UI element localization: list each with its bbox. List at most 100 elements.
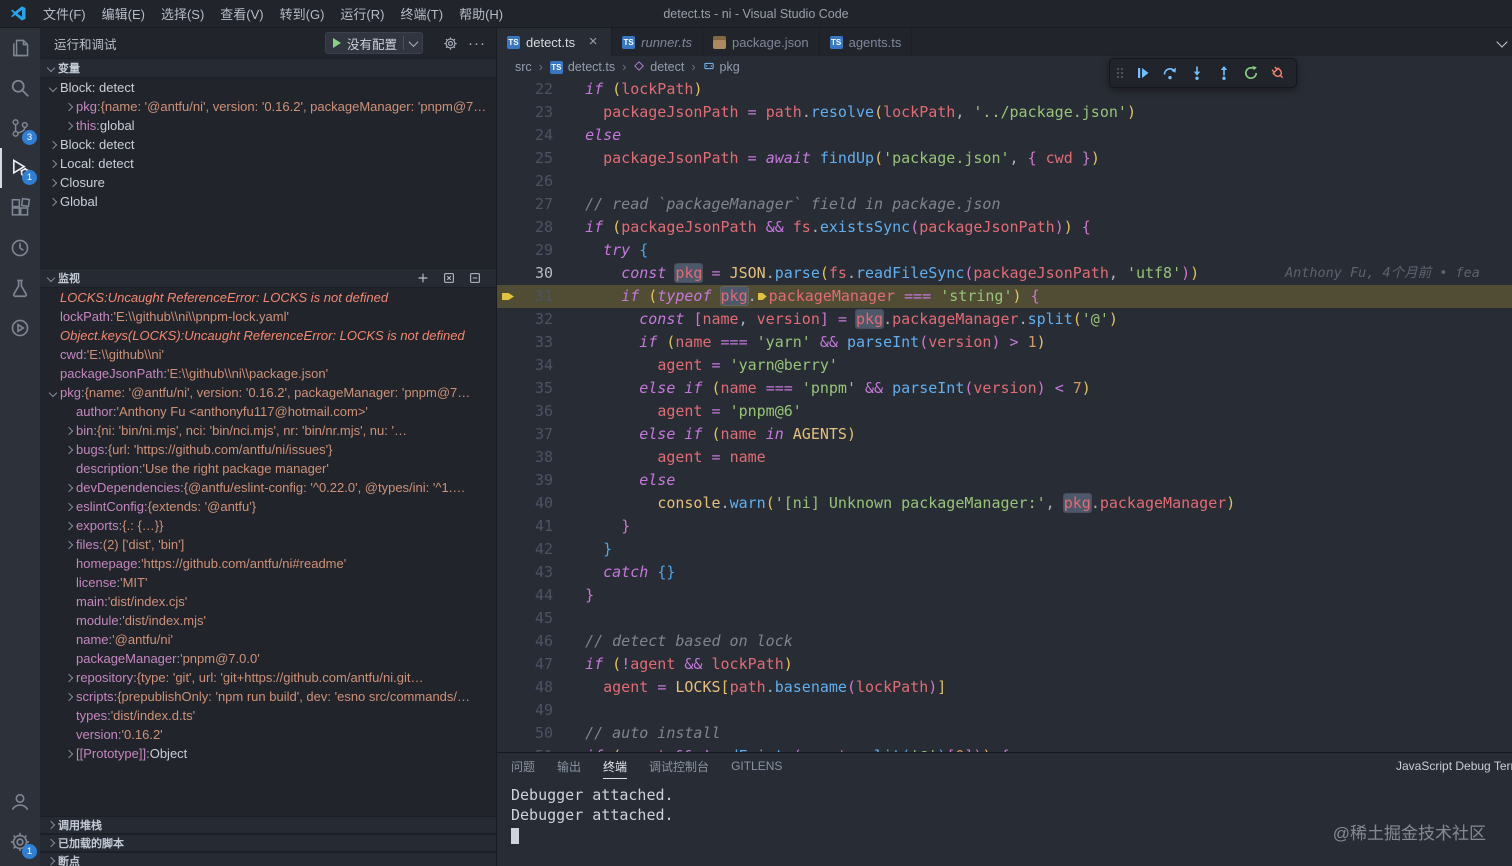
breakpoint-gutter[interactable] — [497, 354, 519, 377]
variables-section-header[interactable]: 变量 — [40, 58, 496, 78]
breakpoint-gutter[interactable] — [497, 538, 519, 561]
menu-item[interactable]: 编辑(E) — [94, 0, 153, 27]
panel-tab-终端[interactable]: 终端 — [603, 753, 627, 779]
code-editor[interactable]: 22 if (lockPath) 23 packageJsonPath = pat… — [497, 78, 1512, 752]
disconnect-button[interactable] — [1268, 63, 1288, 83]
breakpoint-gutter[interactable] — [497, 308, 519, 331]
breakpoint-gutter[interactable] — [497, 377, 519, 400]
breakpoint-gutter[interactable] — [497, 492, 519, 515]
watch-item[interactable]: packageJsonPath: 'E:\\github\\ni\\packag… — [40, 364, 496, 383]
menu-item[interactable]: 终端(T) — [392, 0, 451, 27]
breakpoint-gutter[interactable] — [497, 239, 519, 262]
menu-item[interactable]: 选择(S) — [153, 0, 212, 27]
tab-runner.ts[interactable]: TS runner.ts — [612, 28, 703, 56]
search-icon[interactable] — [0, 68, 40, 108]
panel-tab-调试控制台[interactable]: 调试控制台 — [649, 753, 709, 779]
tab-overflow-chevron-icon[interactable] — [1496, 36, 1508, 48]
continue-button[interactable] — [1133, 63, 1153, 83]
test-icon[interactable] — [0, 268, 40, 308]
source-control-icon[interactable]: 3 — [0, 108, 40, 148]
breakpoint-gutter[interactable] — [497, 469, 519, 492]
watch-item[interactable]: files: (2) ['dist', 'bin'] — [40, 535, 496, 554]
more-actions-icon[interactable]: ··· — [468, 35, 486, 52]
variable-item[interactable]: Global — [40, 192, 496, 211]
menu-item[interactable]: 文件(F) — [35, 0, 94, 27]
breakpoint-gutter[interactable] — [497, 745, 519, 752]
step-into-button[interactable] — [1187, 63, 1207, 83]
settings-icon[interactable]: 1 — [0, 822, 40, 862]
breakpoint-gutter[interactable] — [497, 676, 519, 699]
watch-item[interactable]: lockPath: 'E:\\github\\ni\\pnpm-lock.yam… — [40, 307, 496, 326]
watch-item[interactable]: bugs: {url: 'https://github.com/antfu/ni… — [40, 440, 496, 459]
debug-current-line-arrow-icon[interactable] — [497, 285, 519, 308]
restart-button[interactable] — [1241, 63, 1261, 83]
menu-item[interactable]: 帮助(H) — [451, 0, 511, 27]
watch-item[interactable]: license: 'MIT' — [40, 573, 496, 592]
variable-item[interactable]: Block: detect — [40, 135, 496, 154]
breakpoint-gutter[interactable] — [497, 607, 519, 630]
breakpoint-gutter[interactable] — [497, 561, 519, 584]
watch-item[interactable]: pkg: {name: '@antfu/ni', version: '0.16.… — [40, 383, 496, 402]
section-header-调用堆栈[interactable]: 调用堆栈 — [40, 816, 496, 834]
watch-item[interactable]: cwd: 'E:\\github\\ni' — [40, 345, 496, 364]
watch-section-header[interactable]: 监视 — [40, 268, 496, 288]
watch-item[interactable]: repository: {type: 'git', url: 'git+http… — [40, 668, 496, 687]
watch-item[interactable]: scripts: {prepublishOnly: 'npm run build… — [40, 687, 496, 706]
section-header-已加载的脚本[interactable]: 已加载的脚本 — [40, 834, 496, 852]
panel-tab-问题[interactable]: 问题 — [511, 753, 535, 779]
watch-item[interactable]: bin: {ni: 'bin/ni.mjs', nci: 'bin/nci.mj… — [40, 421, 496, 440]
menu-item[interactable]: 转到(G) — [272, 0, 333, 27]
menu-item[interactable]: 运行(R) — [332, 0, 392, 27]
breakpoint-gutter[interactable] — [497, 331, 519, 354]
panel-tab-输出[interactable]: 输出 — [557, 753, 581, 779]
breakpoint-gutter[interactable] — [497, 262, 519, 285]
watch-item[interactable]: homepage: 'https://github.com/antfu/ni#r… — [40, 554, 496, 573]
variable-item[interactable]: this: global — [40, 116, 496, 135]
tab-package.json[interactable]: package.json — [703, 28, 820, 56]
variable-item[interactable]: Local: detect — [40, 154, 496, 173]
drag-handle[interactable] — [1117, 68, 1123, 78]
watch-item[interactable]: types: 'dist/index.d.ts' — [40, 706, 496, 725]
run-circle-icon[interactable] — [0, 308, 40, 348]
watch-item[interactable]: Object.keys(LOCKS): Uncaught ReferenceEr… — [40, 326, 496, 345]
variable-item[interactable]: pkg: {name: '@antfu/ni', version: '0.16.… — [40, 97, 496, 116]
breakpoint-gutter[interactable] — [497, 423, 519, 446]
watch-item[interactable]: module: 'dist/index.mjs' — [40, 611, 496, 630]
remove-all-icon[interactable] — [442, 271, 456, 285]
close-icon[interactable]: × — [585, 34, 601, 50]
step-over-button[interactable] — [1160, 63, 1180, 83]
run-and-debug-icon[interactable]: 1 — [0, 148, 40, 188]
breakpoint-gutter[interactable] — [497, 400, 519, 423]
tab-agents.ts[interactable]: TS agents.ts — [820, 28, 913, 56]
breadcrumb-item-detect[interactable]: detect — [631, 60, 686, 75]
section-header-断点[interactable]: 断点 — [40, 852, 496, 866]
debug-settings-gear-icon[interactable] — [443, 36, 458, 51]
breakpoint-gutter[interactable] — [497, 515, 519, 538]
account-icon[interactable] — [0, 782, 40, 822]
breakpoint-gutter[interactable] — [497, 124, 519, 147]
collapse-all-icon[interactable] — [468, 271, 482, 285]
add-expression-icon[interactable] — [416, 271, 430, 285]
variable-item[interactable]: Closure — [40, 173, 496, 192]
extensions-icon[interactable] — [0, 188, 40, 228]
breadcrumb-item-src[interactable]: src — [513, 60, 534, 74]
launch-config-dropdown[interactable]: 没有配置 — [324, 32, 423, 54]
breakpoint-gutter[interactable] — [497, 170, 519, 193]
breakpoint-gutter[interactable] — [497, 193, 519, 216]
breakpoint-gutter[interactable] — [497, 446, 519, 469]
breakpoint-gutter[interactable] — [497, 584, 519, 607]
watch-item[interactable]: description: 'Use the right package mana… — [40, 459, 496, 478]
variable-item[interactable]: Block: detect — [40, 78, 496, 97]
terminal-instance[interactable]: JavaScript Debug Terminal — [1390, 753, 1512, 779]
breadcrumb-item-detect.ts[interactable]: TS detect.ts — [548, 60, 617, 74]
watch-item[interactable]: author: 'Anthony Fu <anthonyfu117@hotmai… — [40, 402, 496, 421]
menu-item[interactable]: 查看(V) — [212, 0, 271, 27]
watch-item[interactable]: devDependencies: {@antfu/eslint-config: … — [40, 478, 496, 497]
watch-item[interactable]: eslintConfig: {extends: '@antfu'} — [40, 497, 496, 516]
step-out-button[interactable] — [1214, 63, 1234, 83]
breakpoint-gutter[interactable] — [497, 78, 519, 101]
history-icon[interactable] — [0, 228, 40, 268]
watch-item[interactable]: [[Prototype]]: Object — [40, 744, 496, 763]
breakpoint-gutter[interactable] — [497, 653, 519, 676]
watch-item[interactable]: exports: {.: {…}} — [40, 516, 496, 535]
